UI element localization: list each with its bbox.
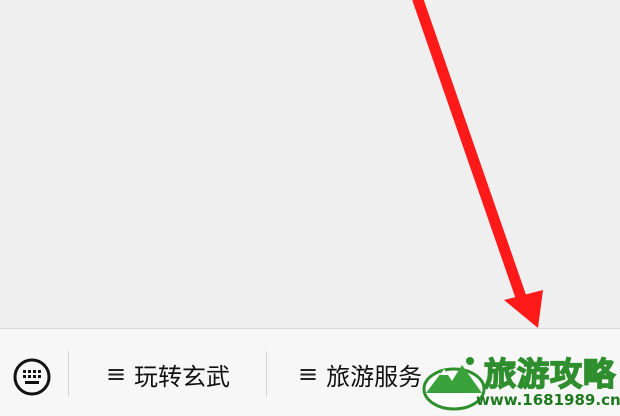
menu-list-icon: ≡ [298, 360, 319, 388]
menu-item-lvyou-fuwu[interactable]: ≡ 旅游服务 [268, 351, 464, 397]
keyboard-icon [13, 358, 51, 396]
chat-content-area [0, 0, 620, 328]
menu-list-icon: ≡ [105, 360, 127, 388]
menu-item-label: 旅游服务 [326, 362, 423, 391]
menu-item-wanzhuan-xuanwu[interactable]: ≡ 玩转玄武 [70, 351, 266, 397]
menu-divider [68, 351, 69, 397]
bottom-menu-bar: ≡ 玩转玄武 ≡ 旅游服务 [0, 328, 620, 416]
chat-screen: ≡ 玩转玄武 ≡ 旅游服务 旅游攻略 www.1681989.cn [0, 0, 620, 416]
keyboard-toggle-button[interactable] [4, 349, 60, 405]
menu-item-label: 玩转玄武 [134, 362, 231, 391]
menu-divider [266, 351, 267, 397]
